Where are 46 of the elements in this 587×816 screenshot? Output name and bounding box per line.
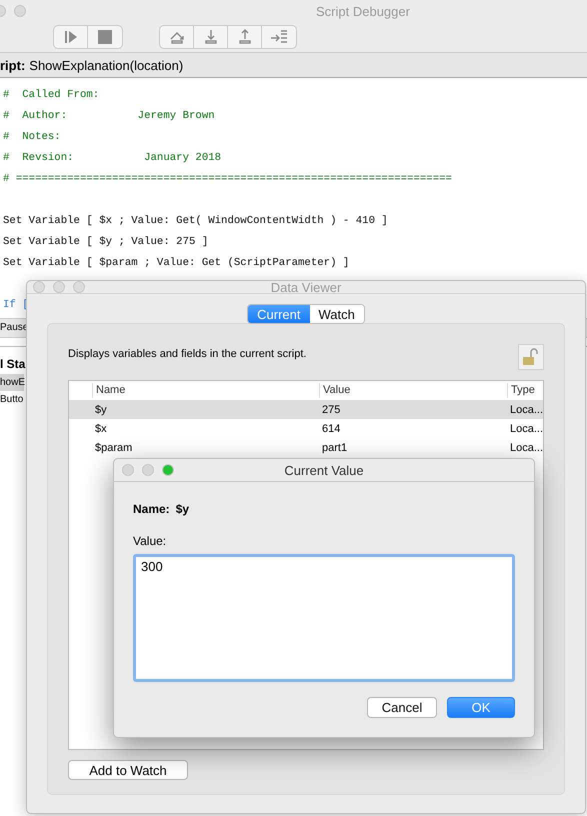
- zoom-button[interactable]: [73, 281, 85, 293]
- list-item[interactable]: howE: [0, 374, 24, 391]
- code-line: # Author: Jeremy Brown: [2, 109, 215, 124]
- cancel-button[interactable]: Cancel: [367, 697, 437, 718]
- column-header[interactable]: Name: [92, 383, 319, 398]
- close-button[interactable]: [122, 464, 134, 476]
- table-cell-text: Loca...: [509, 422, 544, 434]
- table-cell-text: $y: [94, 404, 108, 416]
- minimize-button[interactable]: [53, 281, 65, 293]
- code-line: # ====================================================================: [2, 172, 452, 187]
- value-label: Value:: [133, 534, 168, 548]
- table-cell-text: Loca...: [509, 404, 544, 416]
- table-row[interactable]: $y 275 Loca...: [69, 400, 544, 419]
- code-line: # Called From:: [2, 88, 100, 103]
- zoom-button[interactable]: [162, 464, 174, 476]
- stop-icon: [98, 30, 112, 44]
- column-header[interactable]: Type: [507, 383, 544, 398]
- window-title: Data Viewer: [270, 280, 342, 294]
- code-line: Set Variable [ $param ; Value: Get (ScriptParameter) ]: [2, 256, 350, 271]
- code-line: Set Variable [ $x ; Value: Get( WindowContentWidth ) - 410 ]: [2, 214, 388, 229]
- play-icon: [62, 29, 78, 45]
- variable-name: $y: [176, 502, 190, 516]
- script-name: ShowExplanation(location): [29, 58, 184, 72]
- table-cell-text: 614: [321, 422, 342, 434]
- code-line: Set Variable [ $y ; Value: 275 ]: [2, 235, 208, 250]
- minimize-button[interactable]: [14, 5, 26, 17]
- script-label: ript:: [0, 58, 26, 72]
- minimize-button[interactable]: [142, 464, 154, 476]
- list-item[interactable]: Butto: [0, 391, 24, 408]
- code-line: # Notes:: [2, 130, 61, 145]
- window-title: Script Debugger: [316, 4, 410, 18]
- table-cell-text: Loca...: [509, 442, 544, 454]
- table-cell-text: $x: [94, 422, 108, 434]
- close-button[interactable]: [33, 281, 45, 293]
- name-label: Name:: [133, 502, 170, 516]
- padlock-icon[interactable]: [518, 344, 544, 370]
- window-title: Current Value: [283, 462, 365, 478]
- table-cell-text: 275: [321, 404, 342, 416]
- column-header[interactable]: Value: [319, 383, 507, 398]
- value-field[interactable]: 300: [133, 554, 515, 682]
- add-to-watch-button[interactable]: Add to Watch: [68, 760, 188, 780]
- arrow-list-icon: [270, 29, 288, 45]
- table-cell-text: part1: [321, 442, 348, 454]
- description-text: Displays variables and fields in the current script.: [68, 348, 306, 360]
- table-cell-text: $param: [94, 442, 134, 454]
- code-line: # Revsion: January 2018: [2, 151, 222, 166]
